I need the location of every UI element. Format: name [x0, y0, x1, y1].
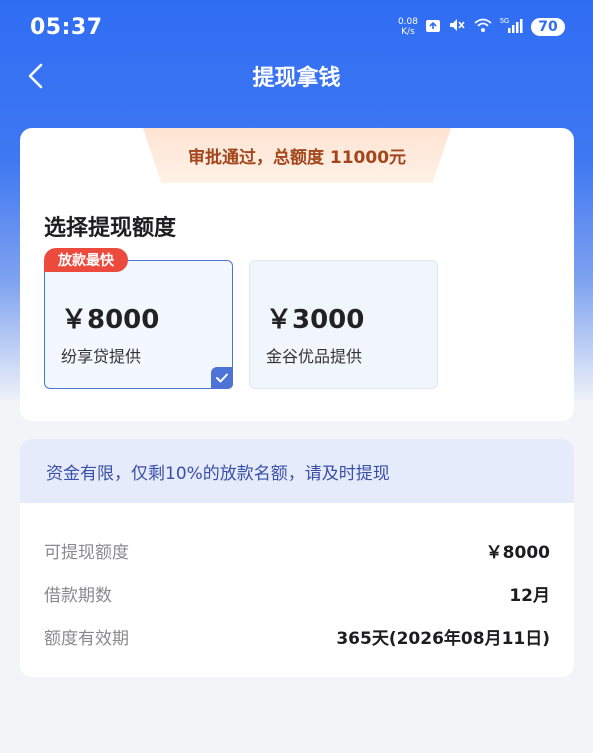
- amount-card: 审批通过，总额度 11000元 选择提现额度 ￥8000 纷享贷提供 ￥3000…: [20, 128, 574, 421]
- approval-banner: 审批通过，总额度 11000元: [143, 128, 451, 183]
- notice-text: 资金有限，仅剩10%的放款名额，请及时提现: [46, 463, 390, 484]
- details-card: 资金有限，仅剩10%的放款名额，请及时提现 可提现额度 ￥8000 借款期数 1…: [20, 439, 574, 677]
- status-time: 05:37: [30, 14, 103, 40]
- detail-label: 额度有效期: [44, 628, 129, 649]
- select-amount-title: 选择提现额度: [44, 216, 177, 241]
- option-amount: ￥3000: [266, 305, 365, 335]
- status-icons: 0.08 K/s 5G 70: [398, 16, 565, 38]
- detail-label: 可提现额度: [44, 542, 129, 563]
- signal-icon: 5G: [500, 16, 524, 38]
- quota-notice: 资金有限，仅剩10%的放款名额，请及时提现: [20, 439, 574, 503]
- nav-bar: 提现拿钱: [0, 54, 593, 98]
- net-speed-value: 0.08: [397, 17, 418, 27]
- detail-row-validity: 额度有效期 365天(2026年08月11日): [44, 624, 550, 649]
- fastest-badge: 放款最快: [44, 248, 128, 272]
- net-speed-unit: K/s: [401, 27, 415, 37]
- battery-level: 70: [531, 18, 565, 36]
- wifi-icon: [473, 17, 493, 37]
- detail-row-amount: 可提现额度 ￥8000: [44, 538, 550, 563]
- chevron-left-icon[interactable]: [24, 62, 48, 90]
- detail-value: 365天(2026年08月11日): [336, 628, 550, 649]
- approval-text: 审批通过，总额度 11000元: [187, 148, 407, 168]
- check-icon: [211, 367, 233, 389]
- notification-icon: [425, 18, 441, 37]
- amount-option-8000[interactable]: ￥8000 纷享贷提供: [44, 260, 233, 389]
- option-provider: 金谷优品提供: [266, 347, 363, 366]
- detail-value: ￥8000: [485, 542, 550, 563]
- detail-row-term: 借款期数 12月: [44, 581, 550, 606]
- network-type: 5G: [500, 18, 509, 25]
- detail-value: 12月: [509, 585, 550, 606]
- amount-option-3000[interactable]: ￥3000 金谷优品提供: [249, 260, 438, 389]
- net-speed: 0.08 K/s: [398, 17, 418, 37]
- option-amount: ￥8000: [61, 305, 160, 335]
- mute-icon: [448, 17, 466, 37]
- option-provider: 纷享贷提供: [61, 347, 142, 366]
- detail-label: 借款期数: [44, 585, 112, 606]
- status-bar: 05:37 0.08 K/s 5G 70: [0, 0, 593, 54]
- page-title: 提现拿钱: [252, 66, 341, 91]
